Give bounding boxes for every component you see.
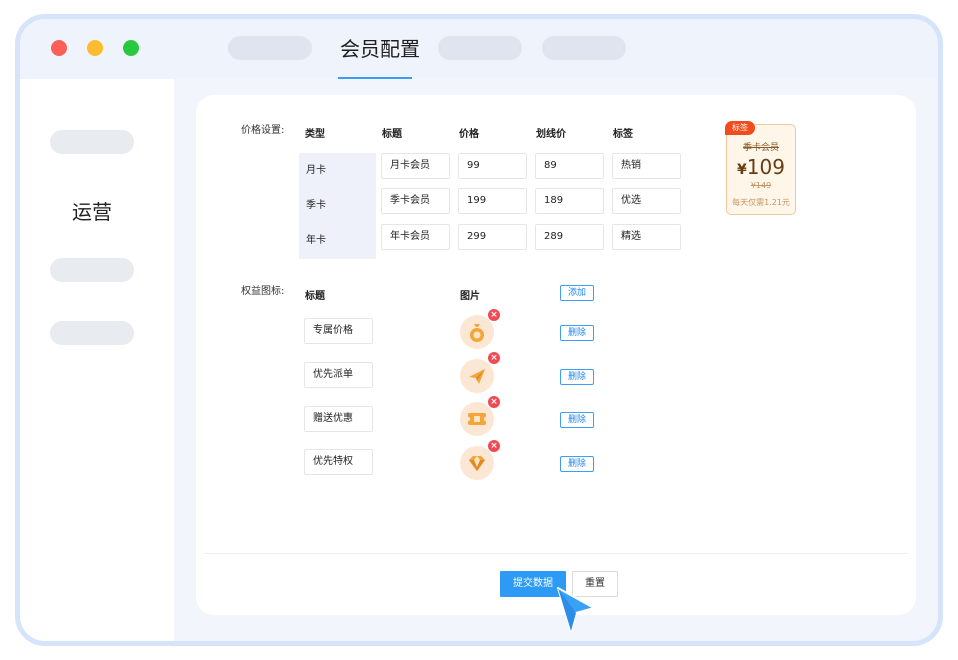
active-tab-indicator <box>338 77 412 79</box>
price-input[interactable]: 199 <box>458 188 527 214</box>
strike-price-input[interactable]: 89 <box>535 153 604 179</box>
price-input[interactable]: 99 <box>458 153 527 179</box>
benefit-title-input[interactable]: 优先派单 <box>304 362 373 388</box>
column-header-strike-price: 划线价 <box>536 129 566 140</box>
strike-price-input[interactable]: 289 <box>535 224 604 250</box>
preview-old-price: ¥149 <box>750 181 772 190</box>
column-header-price: 价格 <box>459 129 479 140</box>
title-input[interactable]: 月卡会员 <box>381 153 450 179</box>
delete-benefit-button[interactable]: 删除 <box>560 325 594 341</box>
benefit-header-title: 标题 <box>305 291 325 302</box>
diamond-icon <box>469 456 485 471</box>
benefits-section-label: 权益图标: <box>241 286 285 297</box>
tab-placeholder[interactable] <box>542 36 626 60</box>
tab-member-config[interactable]: 会员配置 <box>328 35 432 63</box>
sidebar-item-placeholder[interactable] <box>50 130 134 154</box>
column-header-tag: 标签 <box>613 129 633 140</box>
tag-input[interactable]: 热销 <box>612 153 681 179</box>
preview-price-value: 109 <box>746 155 785 179</box>
sidebar-item-placeholder[interactable] <box>50 258 134 282</box>
pricing-section-label: 价格设置: <box>241 125 285 136</box>
preview-daily-price: 每天仅需1.21元 <box>732 198 790 207</box>
sidebar-item-placeholder[interactable] <box>50 321 134 345</box>
title-bar: 会员配置 <box>20 19 938 79</box>
delete-benefit-button[interactable]: 删除 <box>560 412 594 428</box>
column-header-type: 类型 <box>305 129 325 140</box>
remove-image-button[interactable]: × <box>488 396 500 408</box>
remove-image-button[interactable]: × <box>488 440 500 452</box>
preview-card-name: 季卡会员 <box>742 143 779 153</box>
benefit-image[interactable] <box>460 315 494 349</box>
title-input[interactable]: 季卡会员 <box>381 188 450 214</box>
preview-tag-badge: 标签 <box>725 121 755 135</box>
benefit-title-input[interactable]: 优先特权 <box>304 449 373 475</box>
minimize-window-button[interactable] <box>87 40 103 56</box>
pointer-cursor-icon <box>557 587 595 632</box>
row-type: 月卡 <box>306 165 326 176</box>
footer-divider <box>204 553 908 554</box>
benefit-image[interactable] <box>460 446 494 480</box>
benefit-title-input[interactable]: 赠送优惠 <box>304 406 373 432</box>
row-type: 年卡 <box>306 235 326 246</box>
remove-image-button[interactable]: × <box>488 309 500 321</box>
preview-price: ¥109 <box>727 155 795 179</box>
money-bag-icon <box>470 324 484 342</box>
coupon-icon <box>465 413 489 425</box>
remove-image-button[interactable]: × <box>488 352 500 364</box>
benefit-image[interactable] <box>460 402 494 436</box>
tab-placeholder[interactable] <box>438 36 522 60</box>
main-panel: 价格设置: 类型 标题 价格 划线价 标签 月卡 月卡会员 99 89 热销 季… <box>196 95 916 615</box>
price-input[interactable]: 299 <box>458 224 527 250</box>
tag-input[interactable]: 优选 <box>612 188 681 214</box>
sidebar-item-operations[interactable]: 运营 <box>50 196 134 225</box>
column-header-title: 标题 <box>382 129 402 140</box>
add-benefit-button[interactable]: 添加 <box>560 285 594 301</box>
sidebar: 运营 <box>20 79 174 641</box>
close-window-button[interactable] <box>51 40 67 56</box>
paper-plane-icon <box>469 369 485 384</box>
title-input[interactable]: 年卡会员 <box>381 224 450 250</box>
benefit-image[interactable] <box>460 359 494 393</box>
app-window: 会员配置 运营 价格设置: 类型 标题 价格 划线价 标签 月卡 月卡会员 99… <box>15 14 943 646</box>
tab-placeholder[interactable] <box>228 36 312 60</box>
delete-benefit-button[interactable]: 删除 <box>560 456 594 472</box>
maximize-window-button[interactable] <box>123 40 139 56</box>
benefit-header-image: 图片 <box>460 291 480 302</box>
row-type: 季卡 <box>306 200 326 211</box>
benefit-title-input[interactable]: 专属价格 <box>304 318 373 344</box>
preview-currency: ¥ <box>737 162 747 178</box>
tag-input[interactable]: 精选 <box>612 224 681 250</box>
delete-benefit-button[interactable]: 删除 <box>560 369 594 385</box>
membership-preview-card: 标签 季卡会员 ¥109 ¥149 每天仅需1.21元 <box>725 121 796 215</box>
strike-price-input[interactable]: 189 <box>535 188 604 214</box>
